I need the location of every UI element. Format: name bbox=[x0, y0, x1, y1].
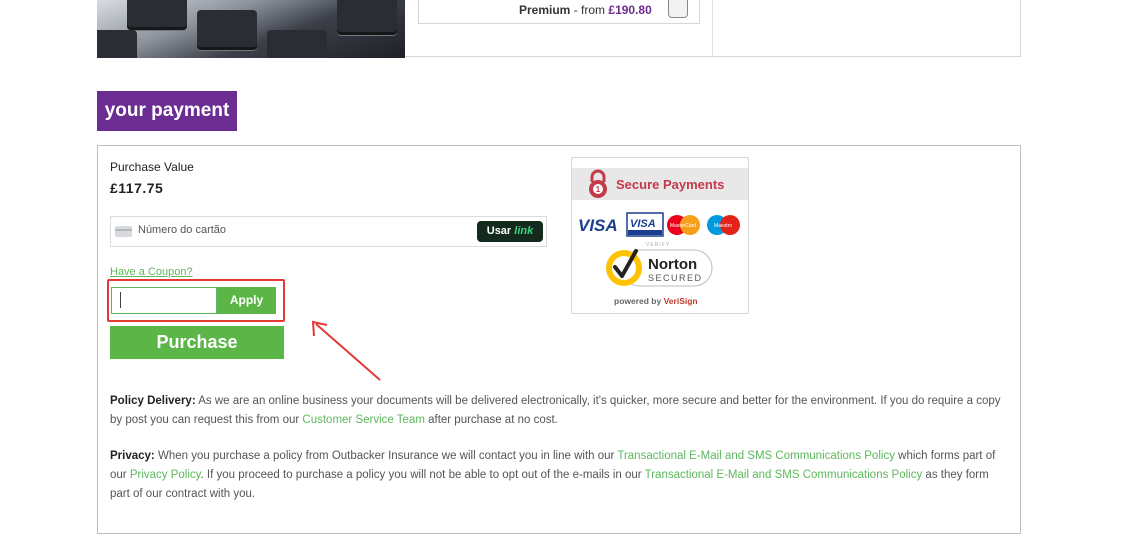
norton-name: Norton bbox=[648, 256, 697, 273]
section-heading: your payment bbox=[97, 91, 237, 131]
premium-price: £190.80 bbox=[608, 3, 652, 17]
policy-delivery-label: Policy Delivery: bbox=[110, 395, 196, 407]
privacy-policy-link[interactable]: Privacy Policy bbox=[130, 469, 201, 481]
policy-delivery-text: Policy Delivery: As we are an online bus… bbox=[110, 392, 1010, 430]
premium-option-label: Premium - from £190.80 bbox=[519, 3, 652, 17]
keyboard-image bbox=[97, 0, 405, 58]
svg-text:VISA: VISA bbox=[630, 218, 656, 230]
mastercard-logo-icon: MasterCard bbox=[667, 215, 700, 235]
privacy-label: Privacy: bbox=[110, 450, 155, 462]
coupon-input[interactable] bbox=[111, 287, 217, 314]
privacy-body-1: When you purchase a policy from Outbacke… bbox=[154, 450, 618, 462]
privacy-body-3: . If you proceed to purchase a policy yo… bbox=[200, 469, 645, 481]
svg-text:Maestro: Maestro bbox=[714, 223, 732, 229]
communications-policy-link-2[interactable]: Transactional E-Mail and SMS Communicati… bbox=[645, 469, 923, 481]
visa-text: VISA bbox=[578, 216, 618, 235]
purchase-button[interactable]: Purchase bbox=[110, 326, 284, 359]
policy-delivery-body-2: after purchase at no cost. bbox=[424, 414, 558, 426]
have-coupon-link[interactable]: Have a Coupon? bbox=[110, 266, 193, 278]
card-logos: VISA VISA MasterCard Maestro bbox=[578, 212, 740, 237]
credit-card-icon bbox=[115, 226, 132, 237]
communications-policy-link[interactable]: Transactional E-Mail and SMS Communicati… bbox=[617, 450, 895, 462]
powered-by-verisign: powered by VeriSign bbox=[614, 296, 698, 306]
secure-payments-title: Secure Payments bbox=[616, 177, 725, 192]
visa-logo-icon: VISA bbox=[578, 216, 618, 235]
purchase-value: £117.75 bbox=[110, 180, 164, 196]
padlock-icon: 1 bbox=[589, 169, 607, 198]
text-cursor bbox=[120, 292, 121, 308]
purchase-value-label: Purchase Value bbox=[110, 160, 194, 174]
privacy-text: Privacy: When you purchase a policy from… bbox=[110, 447, 1010, 504]
norton-secured-seal-icon: Norton SECURED bbox=[606, 249, 713, 287]
premium-name: Premium bbox=[519, 3, 571, 17]
svg-text:1: 1 bbox=[596, 185, 601, 194]
link-button-suffix: link bbox=[514, 225, 534, 237]
card-number-placeholder: Número do cartão bbox=[138, 224, 227, 236]
panel-divider bbox=[712, 0, 713, 57]
norton-secured: SECURED bbox=[648, 273, 703, 283]
powered-by-text: powered by bbox=[614, 296, 662, 306]
visa-electron-logo-icon: VISA bbox=[626, 212, 664, 237]
customer-service-link[interactable]: Customer Service Team bbox=[302, 414, 425, 426]
maestro-logo-icon: Maestro bbox=[707, 215, 740, 235]
svg-text:MasterCard: MasterCard bbox=[670, 223, 696, 229]
link-button-prefix: Usar bbox=[486, 225, 512, 237]
verisign-text: VeriSign bbox=[663, 296, 698, 306]
use-link-button[interactable]: Usar link bbox=[477, 221, 543, 242]
premium-from: - from bbox=[573, 3, 606, 17]
premium-checkbox[interactable] bbox=[668, 0, 688, 18]
apply-button[interactable]: Apply bbox=[217, 287, 276, 314]
annotation-arrow-icon bbox=[311, 320, 381, 381]
